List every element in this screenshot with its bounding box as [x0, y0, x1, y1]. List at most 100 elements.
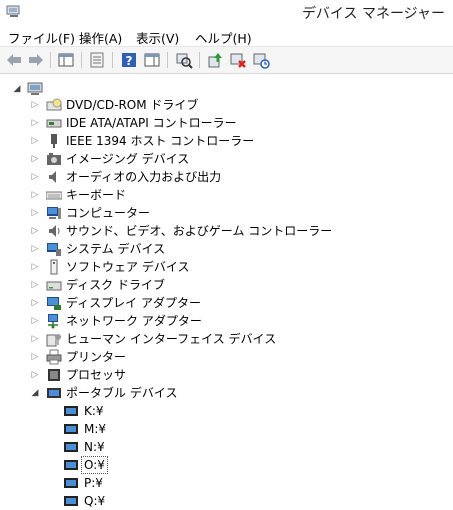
window-title: デバイス マネージャー [301, 6, 445, 22]
device-label: O:¥ [81, 456, 108, 474]
portable-drive-icon [64, 406, 78, 416]
tree-category-disk[interactable]: ▷ ディスク ドライブ [0, 276, 453, 294]
computer-icon [27, 82, 43, 95]
device-label: N:¥ [84, 440, 105, 454]
expand-arrow-icon[interactable]: ▷ [30, 222, 40, 240]
tree-device[interactable]: N:¥ [0, 438, 453, 456]
category-label: IDE ATA/ATAPI コントローラー [66, 116, 237, 130]
menu-help[interactable]: ヘルプ(H) [195, 28, 252, 47]
tree-device[interactable]: P:¥ [0, 474, 453, 492]
computer-icon [47, 207, 61, 219]
portable-drive-icon [64, 460, 78, 470]
category-label: システム デバイス [66, 242, 166, 256]
toolbar-separator [199, 52, 200, 68]
expand-arrow-icon[interactable]: ▷ [30, 96, 40, 114]
expand-arrow-icon[interactable]: ▷ [30, 150, 40, 168]
expand-arrow-icon[interactable]: ▷ [30, 258, 40, 276]
tree-category-display[interactable]: ▷ ディスプレイ アダプター [0, 294, 453, 312]
expand-arrow-icon[interactable]: ▷ [30, 168, 40, 186]
show-hide-console-tree-icon[interactable] [57, 51, 75, 69]
portable-device-icon [47, 388, 61, 398]
menu-view[interactable]: 表示(V) [136, 28, 179, 47]
tree-device[interactable]: K:¥ [0, 402, 453, 420]
title-bar: デバイス マネージャー [0, 0, 453, 24]
svg-text:?: ? [126, 54, 133, 68]
tree-category-portable[interactable]: ◢ ポータブル デバイス [0, 384, 453, 402]
tree-category-network[interactable]: ▷ ネットワーク アダプター [0, 312, 453, 330]
collapse-arrow-icon[interactable]: ◢ [30, 384, 40, 402]
expand-arrow-icon[interactable]: ▷ [30, 312, 40, 330]
category-label: ネットワーク アダプター [66, 314, 202, 328]
system-device-icon [47, 243, 61, 256]
tree-category-printer[interactable]: ▷ プリンター [0, 348, 453, 366]
ieee1394-icon [51, 134, 57, 148]
menu-action[interactable]: 操作(A) [79, 28, 122, 47]
menu-file[interactable]: ファイル(F) [8, 28, 75, 47]
tree-category-computer[interactable]: ▷ コンピューター [0, 204, 453, 222]
expand-arrow-icon[interactable]: ▷ [30, 366, 40, 384]
category-label: イメージング デバイス [66, 152, 190, 166]
expand-arrow-icon[interactable]: ▷ [30, 132, 40, 150]
software-device-icon [50, 259, 58, 275]
tree-device-selected[interactable]: O:¥ [0, 456, 453, 474]
toolbar-separator [50, 52, 51, 68]
category-label: プリンター [66, 350, 127, 364]
category-label: ディスプレイ アダプター [66, 296, 201, 310]
expand-arrow-icon[interactable]: ▷ [30, 276, 40, 294]
camera-icon [47, 153, 61, 165]
tree-category-system[interactable]: ▷ システム デバイス [0, 240, 453, 258]
uninstall-device-icon[interactable] [252, 51, 270, 69]
action-pane-icon[interactable] [143, 51, 161, 69]
tree-device[interactable]: M:¥ [0, 420, 453, 438]
tree-category-ide[interactable]: ▷ IDE ATA/ATAPI コントローラー [0, 114, 453, 132]
dvd-drive-icon [46, 98, 62, 111]
menu-bar: ファイル(F) 操作(A) 表示(V) ヘルプ(H) [0, 24, 453, 47]
tree-category-keyboard[interactable]: ▷ キーボード [0, 186, 453, 204]
category-label: オーディオの入力および出力 [66, 170, 222, 184]
update-driver-icon[interactable] [206, 51, 224, 69]
expand-arrow-icon[interactable]: ▷ [30, 186, 40, 204]
tree-category-audio[interactable]: ▷ オーディオの入力および出力 [0, 168, 453, 186]
tree-category-dvd[interactable]: ▷ DVD/CD-ROM ドライブ [0, 96, 453, 114]
device-label: K:¥ [84, 404, 104, 418]
expand-arrow-icon[interactable]: ▷ [30, 240, 40, 258]
speaker-icon [49, 171, 56, 183]
expand-arrow-icon[interactable]: ▷ [30, 114, 40, 132]
category-label: キーボード [66, 188, 127, 202]
expand-arrow-icon[interactable]: ▷ [30, 294, 40, 312]
tree-category-ieee1394[interactable]: ▷ IEEE 1394 ホスト コントローラー [0, 132, 453, 150]
help-icon[interactable]: ? [120, 51, 138, 69]
category-label: プロセッサ [66, 368, 127, 382]
tree-device[interactable]: Q:¥ [0, 492, 453, 510]
expand-arrow-icon[interactable]: ▷ [30, 348, 40, 366]
toolbar-separator [167, 52, 168, 68]
disk-drive-icon [46, 281, 62, 291]
keyboard-icon [46, 191, 62, 200]
category-label: IEEE 1394 ホスト コントローラー [66, 134, 255, 148]
category-label: DVD/CD-ROM ドライブ [66, 98, 199, 112]
portable-drive-icon [64, 442, 78, 452]
device-tree: ◢ ▷ DVD/CD-ROM ドライブ ▷ IDE ATA/ATAPI コントロ… [0, 74, 453, 508]
properties-sheet-icon[interactable] [88, 51, 106, 69]
forward-icon[interactable] [27, 51, 45, 69]
printer-icon [46, 349, 62, 365]
tree-category-imaging[interactable]: ▷ イメージング デバイス [0, 150, 453, 168]
expand-arrow-icon[interactable]: ▷ [30, 204, 40, 222]
tree-category-hid[interactable]: ▷ ヒューマン インターフェイス デバイス [0, 330, 453, 348]
display-adapter-icon [47, 297, 61, 310]
expand-arrow-icon[interactable]: ▷ [30, 330, 40, 348]
tree-category-software[interactable]: ▷ ソフトウェア デバイス [0, 258, 453, 276]
portable-drive-icon [64, 478, 78, 488]
category-label: ヒューマン インターフェイス デバイス [66, 332, 277, 346]
back-icon[interactable] [5, 51, 23, 69]
toolbar-separator [81, 52, 82, 68]
disable-device-icon[interactable] [229, 51, 247, 69]
device-label: Q:¥ [84, 494, 106, 508]
category-label: ソフトウェア デバイス [66, 260, 190, 274]
ide-controller-icon [46, 119, 62, 128]
tree-category-processor[interactable]: ▷ プロセッサ [0, 366, 453, 384]
scan-hardware-icon[interactable] [175, 51, 193, 69]
tree-category-sound[interactable]: ▷ サウンド、ビデオ、およびゲーム コントローラー [0, 222, 453, 240]
category-label: ディスク ドライブ [66, 278, 165, 292]
hid-icon [46, 334, 61, 347]
